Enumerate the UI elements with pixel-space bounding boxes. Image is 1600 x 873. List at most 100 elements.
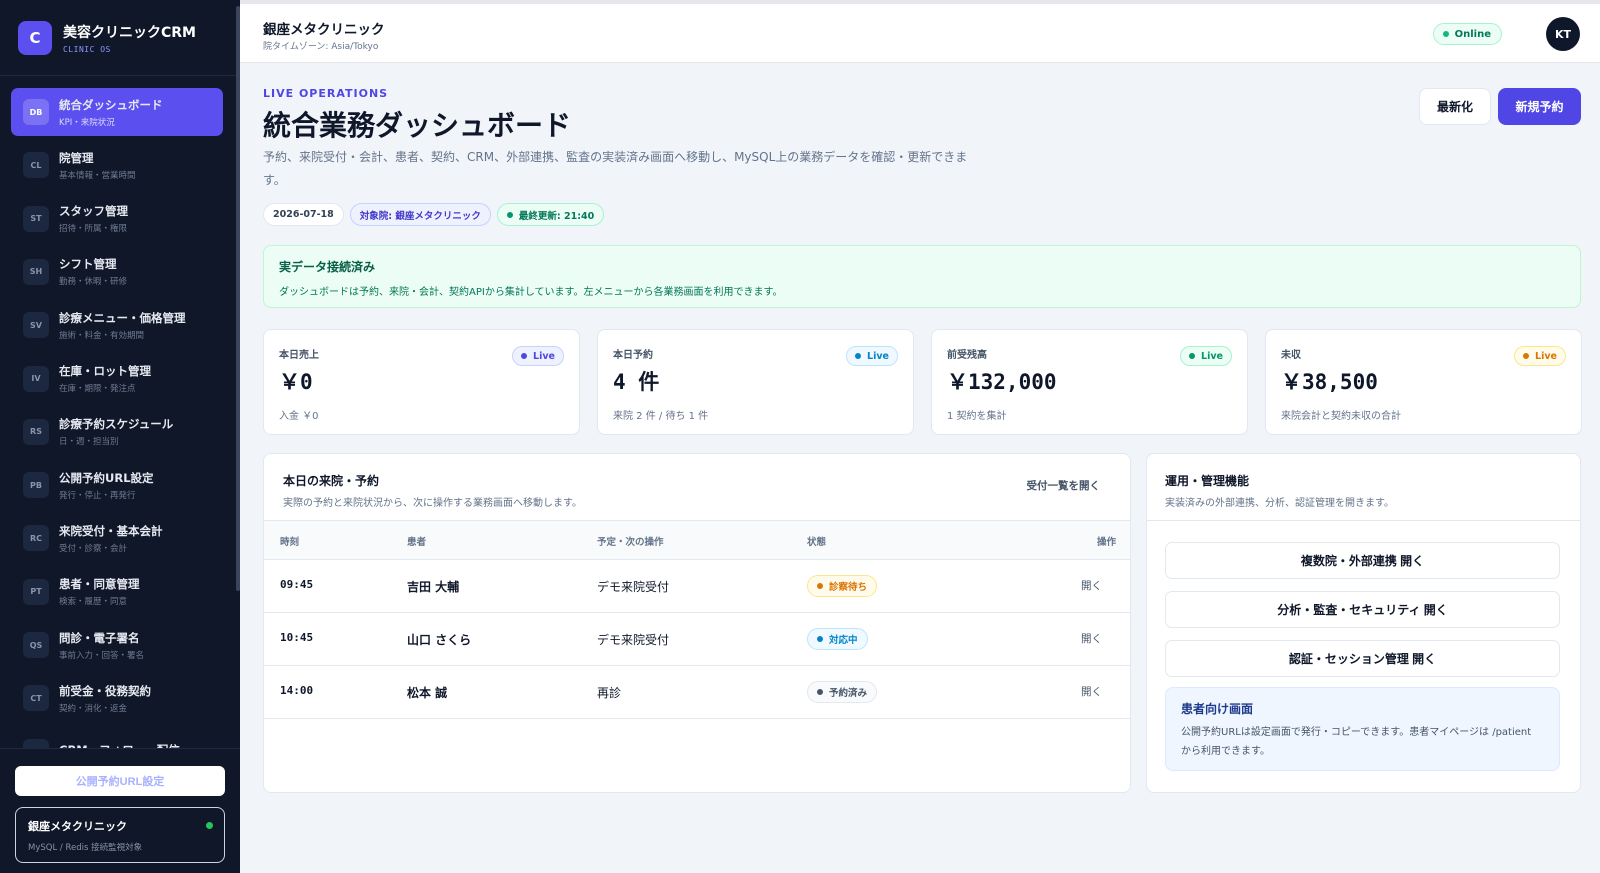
table-row[interactable]: 09:45 吉田 大輔 デモ来院受付 診察待ち 開く bbox=[264, 560, 1130, 613]
visits-table-header: 時刻 患者 予定・次の操作 状態 操作 bbox=[264, 520, 1130, 560]
sidebar-item-code-icon: RS bbox=[23, 418, 49, 445]
visit-open-link[interactable]: 開く bbox=[1081, 578, 1102, 593]
operations-subtitle: 実装済みの外部連携、分析、認証管理を開きます。 bbox=[1165, 498, 1394, 509]
kpi-subtext: 1 契約を集計 bbox=[947, 411, 1007, 422]
sidebar-scrollbar[interactable] bbox=[236, 6, 240, 591]
table-row[interactable]: 10:45 山口 さくら デモ来院受付 対応中 開く bbox=[264, 613, 1130, 666]
brand-title: 美容クリニックCRM bbox=[63, 24, 196, 41]
kpi-label: 本日予約 bbox=[613, 350, 653, 361]
brand[interactable]: C 美容クリニックCRM CLINIC OS bbox=[0, 0, 240, 76]
operations-panel: 運用・管理機能 実装済みの外部連携、分析、認証管理を開きます。 複数院・外部連携… bbox=[1146, 453, 1581, 793]
status-badge: 対応中 bbox=[807, 628, 868, 650]
live-badge: Live bbox=[1514, 346, 1566, 366]
target-clinic-chip: 対象院: 銀座メタクリニック bbox=[349, 203, 491, 226]
visits-title: 本日の来院・予約 bbox=[283, 474, 380, 488]
sidebar-item-db[interactable]: DB 統合ダッシュボード KPI・来院状況 bbox=[11, 88, 223, 136]
sidebar-item-st[interactable]: ST スタッフ管理招待・所属・権限 bbox=[11, 195, 223, 243]
clinic-title: 銀座メタクリニック bbox=[263, 22, 385, 38]
live-dot-icon bbox=[855, 353, 862, 359]
table-row[interactable]: 14:00 松本 誠 再診 予約済み 開く bbox=[264, 666, 1130, 719]
multi-clinic-integration-button[interactable]: 複数院・外部連携 開く bbox=[1165, 542, 1560, 579]
operations-divider bbox=[1147, 520, 1580, 521]
live-label: Live bbox=[533, 350, 555, 362]
sidebar-item-ct[interactable]: CT 前受金・役務契約 契約・消化・返金 bbox=[11, 674, 223, 722]
visit-open-link[interactable]: 開く bbox=[1081, 684, 1102, 699]
sidebar-item-cl[interactable]: CL 院管理 基本情報・営業時間 bbox=[11, 141, 223, 189]
status-label: 対応中 bbox=[829, 635, 858, 646]
analytics-audit-security-button[interactable]: 分析・監査・セキュリティ 開く bbox=[1165, 591, 1560, 628]
open-reception-list-link[interactable]: 受付一覧を開く bbox=[1027, 478, 1101, 493]
sidebar-item-sublabel: 発行・停止・再発行 bbox=[59, 490, 136, 501]
live-dot-icon bbox=[1189, 353, 1196, 359]
notice-title: 実データ接続済み bbox=[279, 260, 376, 274]
sidebar-item-qs[interactable]: QS 問診・電子署名 事前入力・回答・署名 bbox=[11, 621, 223, 669]
sidebar-item-code-icon: RC bbox=[23, 525, 49, 552]
notice-text: ダッシュボードは予約、来院・会計、契約APIから集計しています。左メニューから各… bbox=[279, 287, 783, 298]
live-badge: Live bbox=[846, 346, 898, 366]
sidebar-item-rc[interactable]: RC 来院受付・基本会計 受付・診察・会計 bbox=[11, 514, 223, 562]
sidebar-item-sh[interactable]: SH シフト管理 勤務・休暇・研修 bbox=[11, 248, 223, 296]
online-dot-icon bbox=[1442, 31, 1449, 37]
kpi-subtext: 来院 2 件 / 待ち 1 件 bbox=[613, 411, 709, 422]
sidebar-nav: DB 統合ダッシュボード KPI・来院状況 CL 院管理 基本情報・営業時間 ST スタッフ管… bbox=[0, 76, 236, 748]
sidebar-item-cr[interactable]: CRCRM・フォロー・配信 bbox=[11, 728, 223, 748]
public-url-settings-button[interactable]: 公開予約URL設定 bbox=[15, 766, 225, 796]
sidebar-item-sublabel: 基本情報・営業時間 bbox=[59, 170, 136, 181]
sidebar-item-sublabel: 在庫・期限・発注点 bbox=[59, 384, 136, 394]
sidebar-item-label: 前受金・役務契約 bbox=[59, 683, 151, 698]
sidebar-item-label: スタッフ管理 bbox=[59, 204, 128, 219]
sidebar-item-sv[interactable]: SV 診療メニュー・価格管理 施術・料金・有効期間 bbox=[11, 301, 223, 349]
kpi-value: ￥132,000 bbox=[947, 370, 1057, 394]
sidebar-item-label: 来院受付・基本会計 bbox=[59, 523, 163, 538]
sidebar-item-code-icon: DB bbox=[23, 99, 49, 125]
online-label: Online bbox=[1454, 28, 1491, 40]
sidebar-item-code-icon: IV bbox=[23, 365, 49, 392]
visit-open-link[interactable]: 開く bbox=[1081, 631, 1102, 646]
last-updated-label: 最終更新: 21:40 bbox=[518, 210, 595, 222]
sidebar-item-rs[interactable]: RS 診療予約スケジュール 日・週・担当別 bbox=[11, 408, 223, 456]
updated-dot-icon bbox=[506, 211, 513, 218]
sidebar-item-pt[interactable]: PT 患者・同意管理 検索・履歴・同意 bbox=[11, 568, 223, 616]
sidebar-item-sublabel: 事前入力・回答・署名 bbox=[59, 650, 145, 661]
user-avatar[interactable]: KT bbox=[1546, 17, 1580, 51]
visits-subtitle: 実際の予約と来院状況から、次に操作する業務画面へ移動します。 bbox=[283, 498, 582, 509]
sidebar-item-label: シフト管理 bbox=[59, 257, 117, 272]
patient-box-text: 公開予約URLは設定画面で発行・コピーできます。患者マイページは /patien… bbox=[1181, 727, 1532, 757]
kpi-value: 4 件 bbox=[613, 370, 660, 394]
sidebar: C 美容クリニックCRM CLINIC OS DB 統合ダッシュボード KPI・来院… bbox=[0, 0, 240, 873]
sidebar-item-code-icon: ST bbox=[23, 205, 49, 232]
status-badge: 予約済み bbox=[807, 681, 878, 703]
last-updated-chip: 最終更新: 21:40 bbox=[496, 203, 605, 226]
live-dot-icon bbox=[521, 353, 528, 359]
context-chips: 2026-07-18 対象院: 銀座メタクリニック 最終更新: 21:40 bbox=[263, 203, 605, 226]
new-booking-button[interactable]: 新規予約 bbox=[1498, 88, 1581, 125]
sidebar-item-iv[interactable]: IV 在庫・ロット管理 在庫・期限・発注点 bbox=[11, 355, 223, 403]
col-time: 時刻 bbox=[280, 537, 300, 548]
kpi-subtext: 入金 ￥0 bbox=[279, 411, 319, 422]
clinic-connection-info: MySQL / Redis 接続監視対象 bbox=[28, 843, 143, 853]
page-title: 統合業務ダッシュボード bbox=[263, 109, 572, 142]
kpi-card: 本日予約 Live 4 件来院 2 件 / 待ち 1 件 bbox=[597, 329, 914, 435]
live-label: Live bbox=[1535, 350, 1557, 362]
sidebar-item-pb[interactable]: PB 公開予約URL設定 発行・停止・再発行 bbox=[11, 461, 223, 509]
refresh-button[interactable]: 最新化 bbox=[1419, 88, 1491, 125]
sidebar-item-label: 問診・電子署名 bbox=[59, 630, 140, 645]
connection-notice: 実データ接続済み ダッシュボードは予約、来院・会計、契約APIから集計しています… bbox=[263, 245, 1581, 308]
visit-plan: 再診 bbox=[597, 686, 622, 700]
sidebar-item-code-icon: CL bbox=[23, 152, 49, 179]
top-bar: 銀座メタクリニック 院タイムゾーン: Asia/Tokyo Online KT bbox=[240, 0, 1600, 63]
sidebar-item-code-icon: CR bbox=[23, 738, 49, 748]
sidebar-item-sublabel: 施術・料金・有効期間 bbox=[59, 330, 145, 341]
clinic-name: 銀座メタクリニック bbox=[28, 820, 127, 833]
visit-patient: 吉田 大輔 bbox=[407, 580, 460, 594]
page-eyebrow: LIVE OPERATIONS bbox=[263, 87, 389, 100]
brand-logo: C bbox=[18, 20, 52, 55]
col-patient: 患者 bbox=[407, 537, 427, 548]
operations-title: 運用・管理機能 bbox=[1165, 474, 1250, 488]
sidebar-item-sublabel: 招待・所属・権限 bbox=[59, 224, 128, 235]
auth-session-management-button[interactable]: 認証・セッション管理 開く bbox=[1165, 640, 1560, 677]
visits-panel: 本日の来院・予約 実際の予約と来院状況から、次に操作する業務画面へ移動します。 … bbox=[263, 453, 1131, 793]
status-dot-icon bbox=[817, 689, 823, 695]
clinic-status-card[interactable]: 銀座メタクリニック MySQL / Redis 接続監視対象 bbox=[15, 807, 225, 863]
date-chip: 2026-07-18 bbox=[263, 203, 344, 226]
